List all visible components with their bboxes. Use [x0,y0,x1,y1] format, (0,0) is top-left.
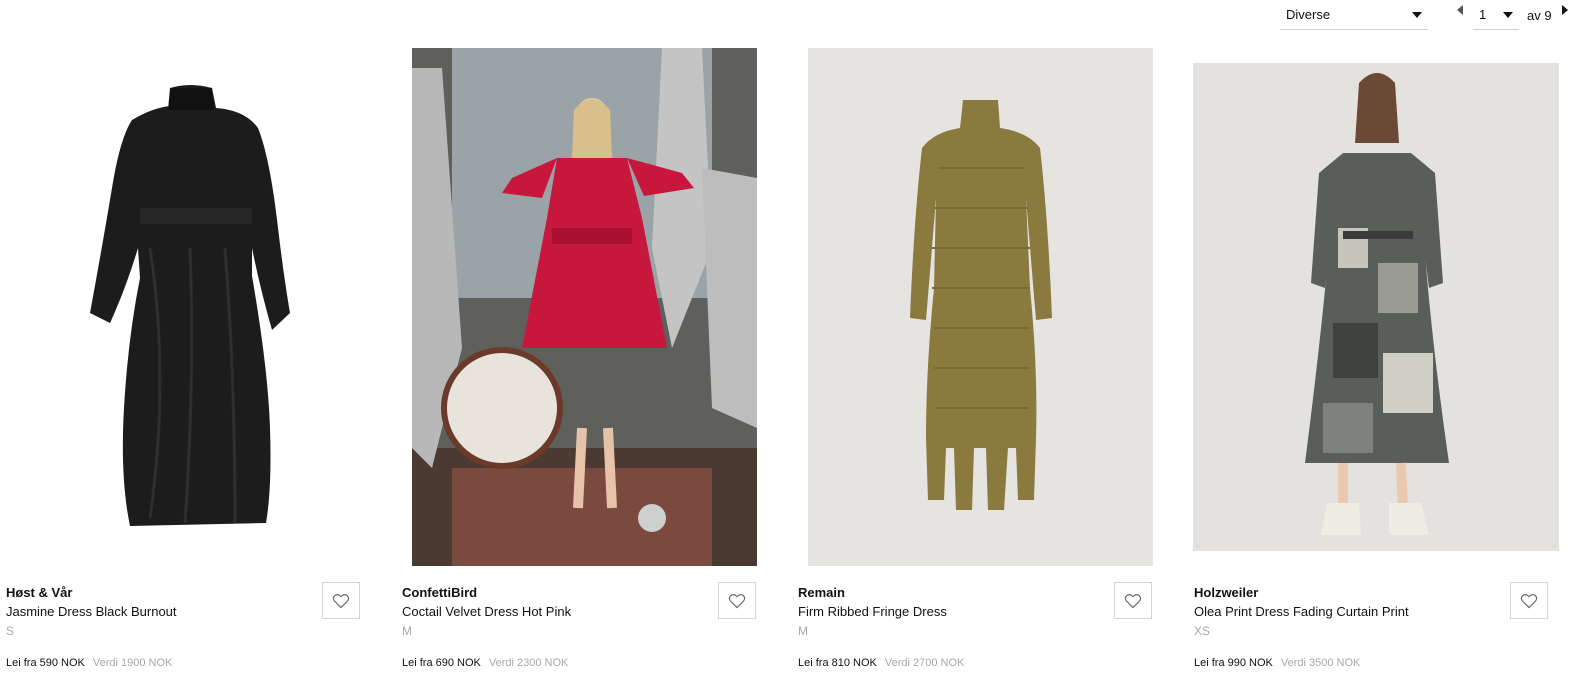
product-name[interactable]: Olea Print Dress Fading Curtain Print [1194,604,1409,619]
product-price: Lei fra 590 NOK Verdi 1900 NOK [6,657,172,669]
product-size: XS [1194,624,1211,638]
product-name[interactable]: Firm Ribbed Fringe Dress [798,604,947,619]
product-card[interactable]: Holzweiler Olea Print Dress Fading Curta… [1188,0,1559,692]
rent-price: Lei fra 690 NOK [402,657,481,669]
heart-outline-icon [728,593,746,608]
olive-dress-illustration [910,100,1052,510]
product-brand: Høst & Vår [6,585,73,600]
product-card[interactable]: Høst & Vår Jasmine Dress Black Burnout S… [0,0,370,692]
retail-value: Verdi 2300 NOK [488,657,569,669]
product-image[interactable] [20,48,360,568]
product-price: Lei fra 690 NOK Verdi 2300 NOK [402,657,568,669]
product-name[interactable]: Jasmine Dress Black Burnout [6,604,177,619]
product-image[interactable] [808,48,1153,566]
favorite-button[interactable] [322,582,360,619]
rent-price: Lei fra 590 NOK [6,657,85,669]
retail-value: Verdi 2700 NOK [884,657,965,669]
product-brand: Remain [798,585,845,600]
retail-value: Verdi 1900 NOK [92,657,173,669]
favorite-button[interactable] [1510,582,1548,619]
product-card[interactable]: Remain Firm Ribbed Fringe Dress M Lei fr… [792,0,1162,692]
heart-outline-icon [1124,593,1142,608]
product-image[interactable] [1193,63,1559,551]
black-dress-illustration [90,85,290,526]
heart-outline-icon [1520,593,1538,608]
favorite-button[interactable] [1114,582,1152,619]
product-size: M [798,624,808,638]
retail-value: Verdi 3500 NOK [1280,657,1361,669]
product-size: M [402,624,412,638]
heart-outline-icon [332,593,350,608]
product-name[interactable]: Coctail Velvet Dress Hot Pink [402,604,571,619]
product-brand: ConfettiBird [402,585,478,600]
product-image[interactable] [412,48,757,566]
pink-dress-photo-illustration [412,48,757,566]
product-price: Lei fra 810 NOK Verdi 2700 NOK [798,657,964,669]
product-price: Lei fra 990 NOK Verdi 3500 NOK [1194,657,1360,669]
product-brand: Holzweiler [1194,585,1259,600]
next-page-button[interactable] [1560,0,1570,24]
product-card[interactable]: ConfettiBird Coctail Velvet Dress Hot Pi… [396,0,766,692]
rent-price: Lei fra 990 NOK [1194,657,1273,669]
favorite-button[interactable] [718,582,756,619]
product-size: S [6,624,15,638]
printed-dress-illustration [1305,73,1449,535]
chevron-right-icon [1561,5,1568,15]
rent-price: Lei fra 810 NOK [798,657,877,669]
